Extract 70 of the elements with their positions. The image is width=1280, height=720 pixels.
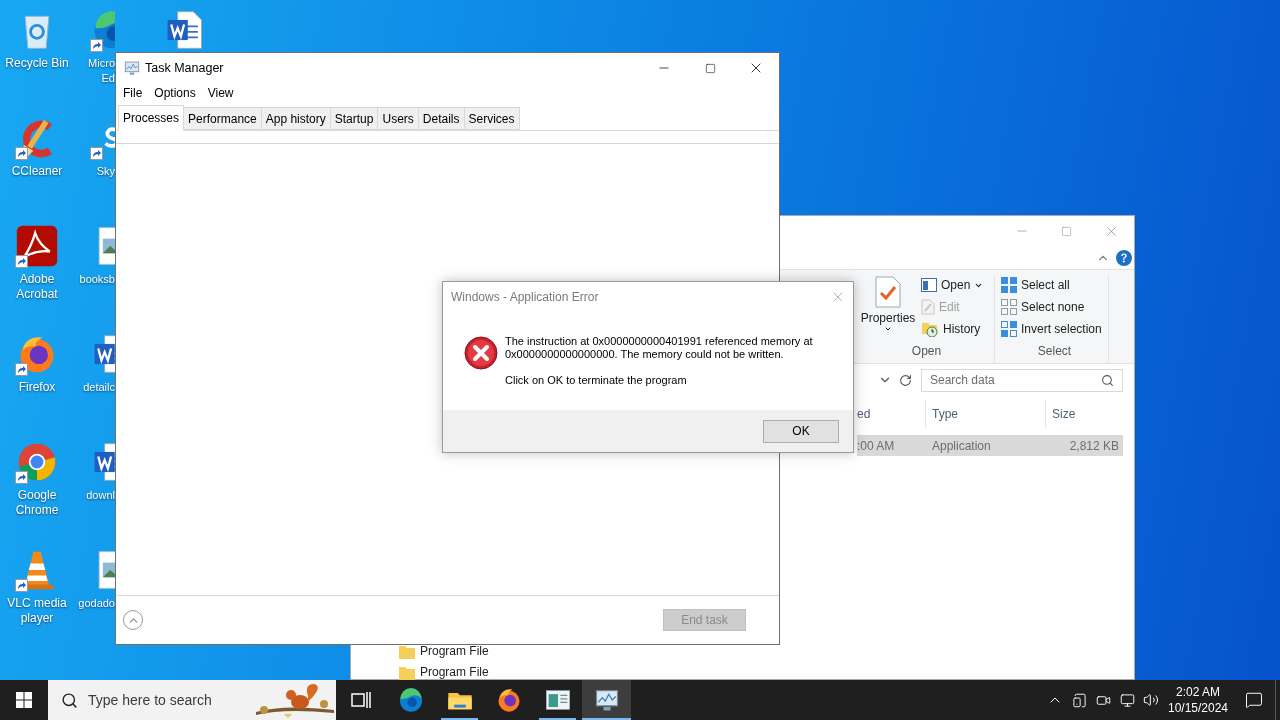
menu-item[interactable]: View xyxy=(201,84,240,102)
shortcut-arrow-icon xyxy=(15,363,28,376)
menu-item[interactable]: File xyxy=(117,84,149,102)
column-header[interactable]: ed xyxy=(857,400,926,428)
error-icon xyxy=(464,336,498,370)
search-field[interactable]: Search data xyxy=(921,368,1123,392)
shortcut-arrow-icon xyxy=(15,255,28,268)
refresh-icon xyxy=(898,373,912,387)
ribbon-item[interactable]: History xyxy=(921,320,984,338)
shortcut-arrow-icon xyxy=(90,147,103,160)
search-icon xyxy=(61,691,78,709)
tab[interactable]: Processes xyxy=(118,105,185,131)
tablet-icon xyxy=(1071,692,1087,708)
menu-item[interactable]: Options xyxy=(148,84,202,102)
tab[interactable]: Services xyxy=(463,107,520,130)
running-indicator xyxy=(539,718,576,720)
task-view-icon xyxy=(351,691,371,709)
taskbar-app-button[interactable] xyxy=(582,680,631,720)
ribbon-item[interactable]: Invert selection xyxy=(1001,320,1108,338)
windows-logo-icon xyxy=(16,692,32,708)
dialog-title: Windows - Application Error xyxy=(451,289,599,306)
tab[interactable]: Details xyxy=(417,107,465,130)
shortcut-arrow-icon xyxy=(90,39,103,52)
select-all-icon xyxy=(1001,277,1017,293)
properties-button[interactable]: Properties xyxy=(859,276,917,338)
table-cell-text: Application xyxy=(931,437,992,455)
checked-document-icon xyxy=(874,276,902,308)
nav-item[interactable]: Program File xyxy=(399,666,489,679)
tab[interactable]: Users xyxy=(377,107,419,130)
monitor-graph-icon xyxy=(123,59,141,77)
tab[interactable]: Performance xyxy=(183,107,262,130)
ok-button[interactable]: OK xyxy=(763,419,839,443)
window-title: Task Manager xyxy=(145,59,224,77)
column-header[interactable]: Type xyxy=(926,400,1046,428)
table-cell-text: 2,812 KB xyxy=(1068,437,1120,455)
pdf-app-icon xyxy=(15,224,59,268)
error-message: The instruction at 0x0000000000401991 referenced memory at 0x0000000000000000. The memory could not be written. xyxy=(505,335,814,361)
tab[interactable]: App history xyxy=(260,107,331,130)
pencil-document-icon xyxy=(921,299,935,315)
monitor-icon xyxy=(1119,692,1135,708)
running-indicator xyxy=(582,718,631,720)
clock[interactable]: 2:02 AM 10/15/2024 xyxy=(1163,680,1233,720)
group-caption: Select xyxy=(1036,343,1073,360)
message-icon xyxy=(1245,691,1263,709)
ribbon-item[interactable]: Select none xyxy=(1001,298,1108,316)
maximize-icon xyxy=(704,62,716,74)
caret-icon xyxy=(884,325,892,333)
table-cell-text: :00 AM xyxy=(857,437,896,455)
speaker-icon xyxy=(1143,692,1159,708)
tab[interactable]: Startup xyxy=(329,107,379,130)
search-field[interactable]: Type here to search xyxy=(48,680,336,720)
shortcut-arrow-icon xyxy=(15,579,28,592)
maximize-icon xyxy=(1061,225,1072,237)
nav-item[interactable]: Program File xyxy=(399,645,489,658)
search-icon xyxy=(1101,373,1114,387)
ribbon-item[interactable]: Open xyxy=(921,276,984,294)
group-caption: Open xyxy=(910,343,943,360)
invert-selection-icon xyxy=(1001,321,1017,337)
folder-clock-icon xyxy=(921,321,939,337)
shortcut-arrow-icon xyxy=(15,471,28,484)
ribbon-item[interactable]: Select all xyxy=(1001,276,1108,294)
shortcut-arrow-icon xyxy=(15,147,28,160)
help-icon[interactable] xyxy=(1116,249,1132,266)
file-row[interactable]: :00 AM Application 2,812 KB xyxy=(857,435,1123,456)
running-indicator xyxy=(441,718,478,720)
end-task-button: End task xyxy=(663,609,746,631)
select-none-icon xyxy=(1001,299,1017,315)
prompt-text: Click on OK to terminate the program xyxy=(505,374,688,387)
window-icon xyxy=(921,278,937,292)
column-header[interactable]: Size xyxy=(1046,400,1123,428)
